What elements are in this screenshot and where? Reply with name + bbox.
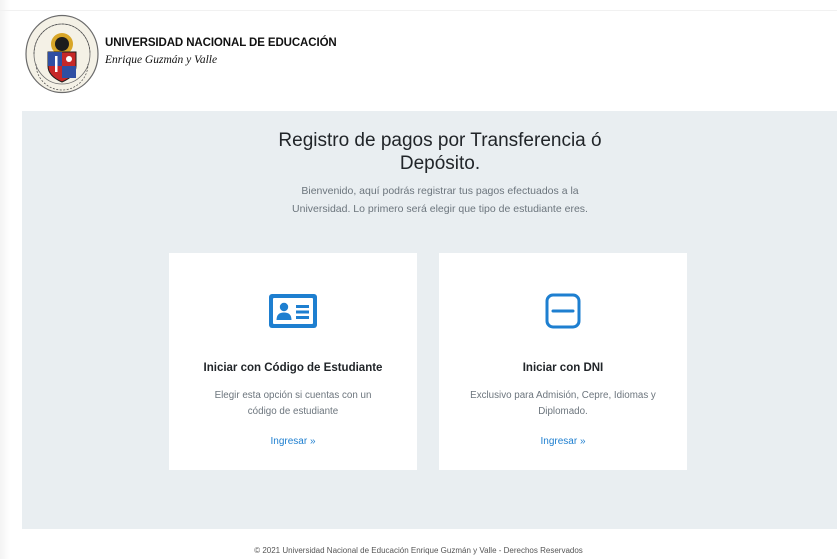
page-title-line: Depósito.	[399, 153, 481, 174]
card-title: Iniciar con DNI	[522, 362, 604, 374]
university-subtitle: Enrique Guzmán y Valle	[105, 54, 218, 66]
page-description-line: Universidad. Lo primero será elegir que …	[292, 203, 588, 215]
page-title-line: Registro de pagos por Transferencia ó	[278, 130, 602, 151]
student-code-login-link[interactable]: Ingresar »	[169, 436, 417, 447]
dni-card: Iniciar con DNI Exclusivo para Admisión,…	[439, 253, 687, 470]
card-description-line: Diplomado.	[538, 406, 588, 417]
top-divider	[0, 10, 837, 11]
card-description-line: Elegir esta opción si cuentas con un	[214, 390, 372, 401]
page-description: Bienvenido, aquí podrás registrar tus pa…	[22, 182, 837, 218]
card-icon-wrapper	[439, 291, 687, 331]
university-seal-logo	[25, 14, 99, 94]
page-description-line: Bienvenido, aquí podrás registrar tus pa…	[301, 185, 579, 197]
dni-card-icon	[545, 293, 581, 329]
student-code-card: Iniciar con Código de Estudiante Elegir …	[169, 253, 417, 470]
footer-copyright: © 2021 Universidad Nacional de Educación…	[254, 546, 583, 555]
card-description: Exclusivo para Admisión, Cepre, Idiomas …	[453, 388, 673, 420]
page-title: Registro de pagos por Transferencia ó De…	[22, 129, 837, 175]
main-section: Registro de pagos por Transferencia ó De…	[22, 111, 837, 529]
card-description-line: código de estudiante	[247, 406, 339, 417]
university-name: UNIVERSIDAD NACIONAL DE EDUCACIÓN	[105, 37, 337, 49]
card-description-line: Exclusivo para Admisión, Cepre, Idiomas …	[470, 390, 656, 401]
dni-login-link[interactable]: Ingresar »	[439, 436, 687, 447]
page-left-shadow	[0, 0, 10, 559]
id-card-icon	[269, 294, 317, 328]
card-description: Elegir esta opción si cuentas con un cód…	[183, 388, 403, 420]
card-title: Iniciar con Código de Estudiante	[203, 362, 383, 374]
card-icon-wrapper	[169, 291, 417, 331]
